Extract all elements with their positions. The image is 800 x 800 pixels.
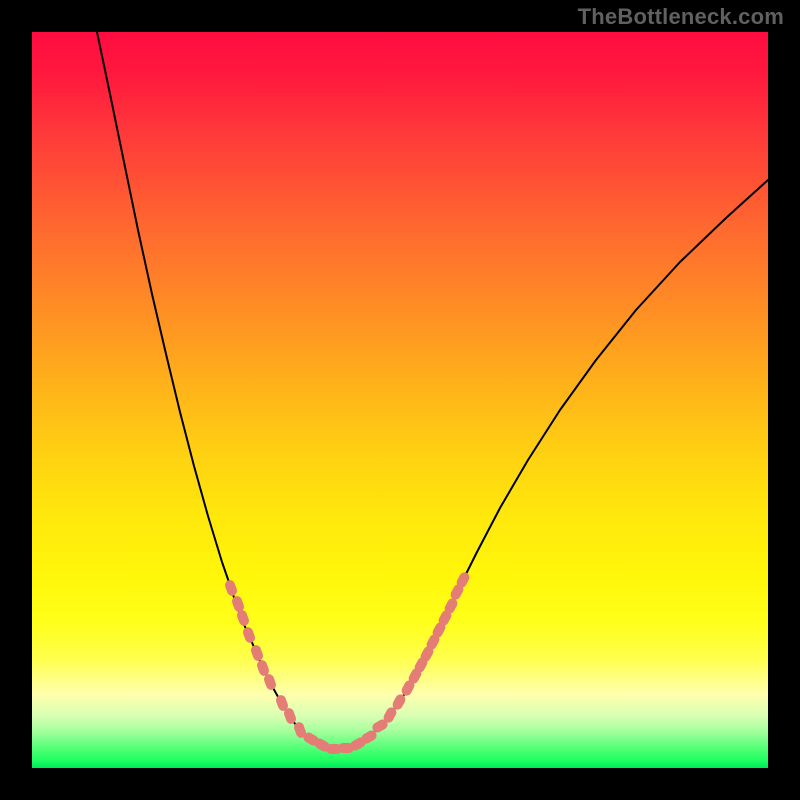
curve-marker — [242, 626, 257, 644]
curve-marker — [250, 644, 265, 662]
chart-overlay — [32, 32, 768, 768]
marker-group — [224, 571, 472, 754]
plot-area — [32, 32, 768, 768]
watermark-text: TheBottleneck.com — [578, 4, 784, 30]
curve-marker — [224, 579, 239, 597]
chart-container: TheBottleneck.com — [0, 0, 800, 800]
